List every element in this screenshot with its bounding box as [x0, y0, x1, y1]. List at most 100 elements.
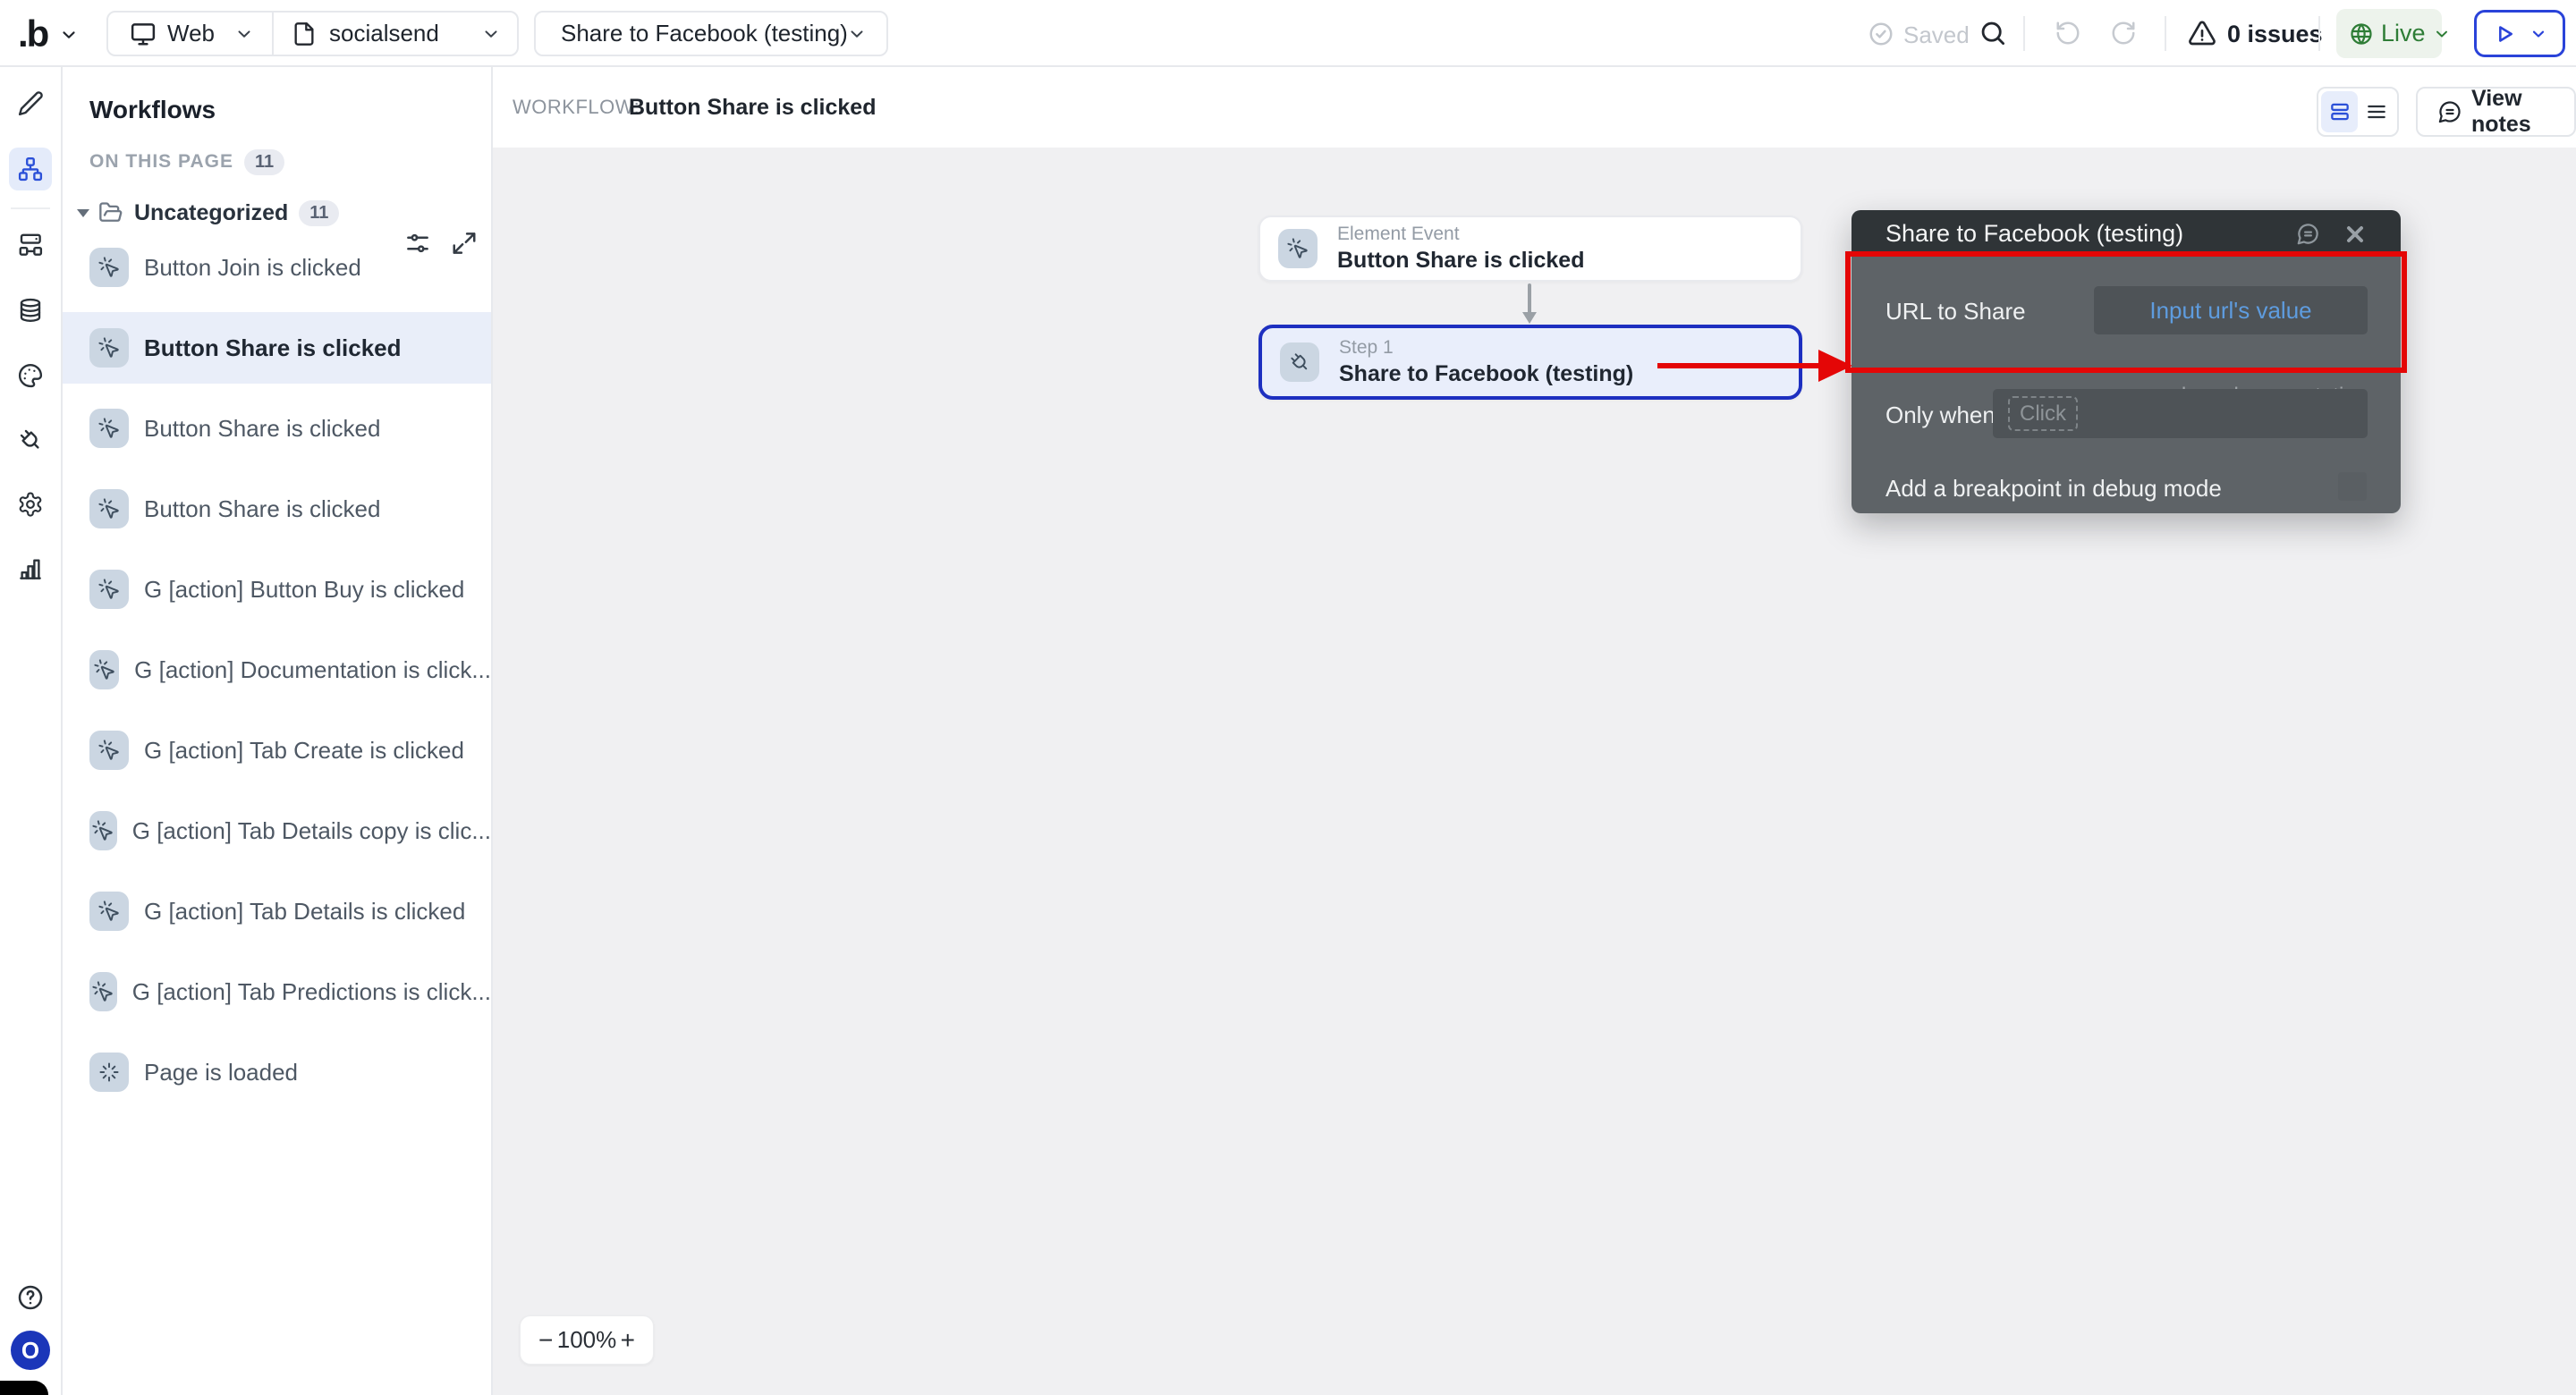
chevron-down-icon [2433, 25, 2451, 43]
workflow-item-label: G [action] Button Buy is clicked [144, 576, 464, 604]
breakpoint-label: Add a breakpoint in debug mode [1885, 475, 2222, 503]
workflow-item-label: Button Share is clicked [144, 415, 380, 443]
issues-count[interactable]: 0 issues [2227, 21, 2323, 48]
event-node[interactable]: Element Event Button Share is clicked [1258, 216, 1802, 282]
workflow-list-item-selected[interactable]: Button Share is clicked [63, 312, 491, 384]
workflow-list-item[interactable]: Page is loaded [63, 1036, 491, 1108]
page-icon [292, 21, 317, 46]
page-load-icon [89, 1053, 129, 1092]
workflow-list-item[interactable]: Button Join is clicked [63, 232, 491, 303]
folder-count-badge: 11 [299, 200, 339, 226]
data-icon[interactable] [17, 297, 44, 324]
chevron-down-icon[interactable] [481, 24, 501, 44]
card-view-button[interactable] [2321, 91, 2358, 132]
divider [272, 13, 274, 55]
workflow-list-item[interactable]: Button Share is clicked [63, 473, 491, 545]
zoom-level: 100% [557, 1326, 617, 1354]
only-when-input[interactable]: Click [1993, 389, 2368, 438]
search-icon[interactable] [1979, 19, 2007, 47]
canvas-header: WORKFLOW: Button Share is clicked View n… [493, 67, 2576, 148]
panel-title: Workflows [89, 96, 216, 124]
workflow-item-label: Button Share is clicked [144, 334, 402, 362]
note-icon [2437, 99, 2462, 124]
click-event-icon [89, 972, 117, 1011]
url-to-share-input[interactable]: Input url's value [2094, 286, 2368, 334]
breakpoint-checkbox[interactable] [2338, 472, 2367, 501]
workflow-selector-dropdown[interactable]: Share to Facebook (testing) [534, 11, 888, 56]
workflow-item-label: Button Share is clicked [144, 495, 380, 523]
zoom-out-button[interactable]: − [538, 1326, 553, 1355]
styles-icon[interactable] [17, 362, 44, 389]
workflow-item-label: G [action] Documentation is click... [134, 656, 491, 684]
play-icon [2492, 21, 2517, 46]
folder-open-icon [98, 200, 123, 225]
click-event-icon [89, 328, 129, 368]
page-dropdown[interactable]: socialsend [329, 20, 439, 47]
undo-icon[interactable] [2055, 20, 2081, 46]
chevron-down-icon[interactable] [234, 24, 254, 44]
caret-down-icon[interactable] [75, 207, 91, 219]
view-notes-button[interactable]: View notes [2416, 87, 2576, 137]
click-event-icon [89, 409, 129, 448]
workflow-item-label: G [action] Tab Details is clicked [144, 898, 465, 926]
avatar[interactable]: O [11, 1331, 50, 1370]
components-icon[interactable] [17, 232, 44, 258]
workflow-list-item[interactable]: G [action] Documentation is click... [63, 634, 491, 706]
redo-icon[interactable] [2110, 20, 2137, 46]
list-view-button[interactable] [2358, 91, 2394, 132]
on-this-page-section: ON THIS PAGE 11 [63, 148, 491, 176]
zoom-in-button[interactable]: + [621, 1326, 635, 1355]
event-node-kind: Element Event [1337, 224, 1584, 245]
workflow-list-item[interactable]: Button Share is clicked [63, 393, 491, 464]
environment-dropdown[interactable]: Live [2336, 9, 2442, 58]
event-node-title: Button Share is clicked [1337, 248, 1584, 274]
workflow-item-label: G [action] Tab Create is clicked [144, 737, 464, 765]
saved-check-icon [1868, 21, 1894, 47]
action-properties-popup: Share to Facebook (testing) URL to Share… [1852, 210, 2401, 513]
device-dropdown[interactable]: Web [167, 20, 215, 47]
preview-run-button[interactable] [2474, 10, 2565, 57]
url-to-share-value[interactable]: Input url's value [2094, 286, 2368, 334]
logs-icon[interactable] [17, 555, 44, 582]
workflow-list-item[interactable]: G [action] Tab Details is clicked [63, 875, 491, 947]
zoom-control: − 100% + [520, 1315, 654, 1365]
folder-label: Uncategorized [134, 200, 288, 226]
step-node-kind: Step 1 [1339, 337, 1633, 359]
bubble-logo[interactable]: .b [18, 0, 47, 67]
folder-uncategorized[interactable]: Uncategorized 11 [63, 198, 491, 228]
click-event-icon [89, 570, 129, 609]
workflow-canvas[interactable]: Element Event Button Share is clicked St… [493, 148, 2576, 1395]
workflows-tab-active[interactable] [9, 148, 52, 190]
workflows-panel: Workflows ON THIS PAGE 11 Uncategorized … [63, 67, 493, 1395]
workflow-list-item[interactable]: G [action] Tab Details copy is clic... [63, 795, 491, 867]
step-node[interactable]: Step 1 Share to Facebook (testing) [1258, 325, 1802, 400]
divider [2318, 16, 2320, 51]
only-when-label: Only when [1885, 402, 1996, 429]
plugins-icon[interactable] [17, 427, 44, 453]
divider [2165, 16, 2166, 51]
workflow-list-item[interactable]: G [action] Tab Create is clicked [63, 714, 491, 786]
chevron-down-icon [847, 24, 867, 44]
click-event-icon [89, 248, 129, 287]
settings-icon[interactable] [17, 491, 44, 518]
top-bar: .b Web socialsend Share to Facebook (tes… [0, 0, 2576, 67]
popup-header[interactable]: Share to Facebook (testing) [1852, 210, 2401, 257]
popup-title: Share to Facebook (testing) [1885, 220, 2183, 248]
note-icon[interactable] [2296, 222, 2320, 246]
view-mode-toggle [2317, 87, 2399, 137]
close-icon[interactable] [2343, 223, 2367, 246]
workflow-list-item[interactable]: G [action] Button Buy is clicked [63, 554, 491, 625]
monitor-icon [130, 21, 157, 47]
list-view-icon [2365, 100, 2388, 123]
workflow-list-item[interactable]: G [action] Tab Predictions is click... [63, 956, 491, 1027]
chevron-down-icon[interactable] [59, 25, 79, 45]
help-icon[interactable] [16, 1283, 45, 1312]
click-event-icon [89, 811, 117, 850]
workflows-icon [17, 156, 44, 182]
popup-body: URL to Share Input url's value show docu… [1852, 257, 2401, 513]
url-to-share-label: URL to Share [1885, 298, 2026, 326]
issues-warning-icon[interactable] [2188, 19, 2216, 47]
only-when-placeholder-chip[interactable]: Click [2008, 396, 2078, 431]
design-icon[interactable] [17, 90, 44, 117]
click-event-icon [1278, 229, 1318, 268]
